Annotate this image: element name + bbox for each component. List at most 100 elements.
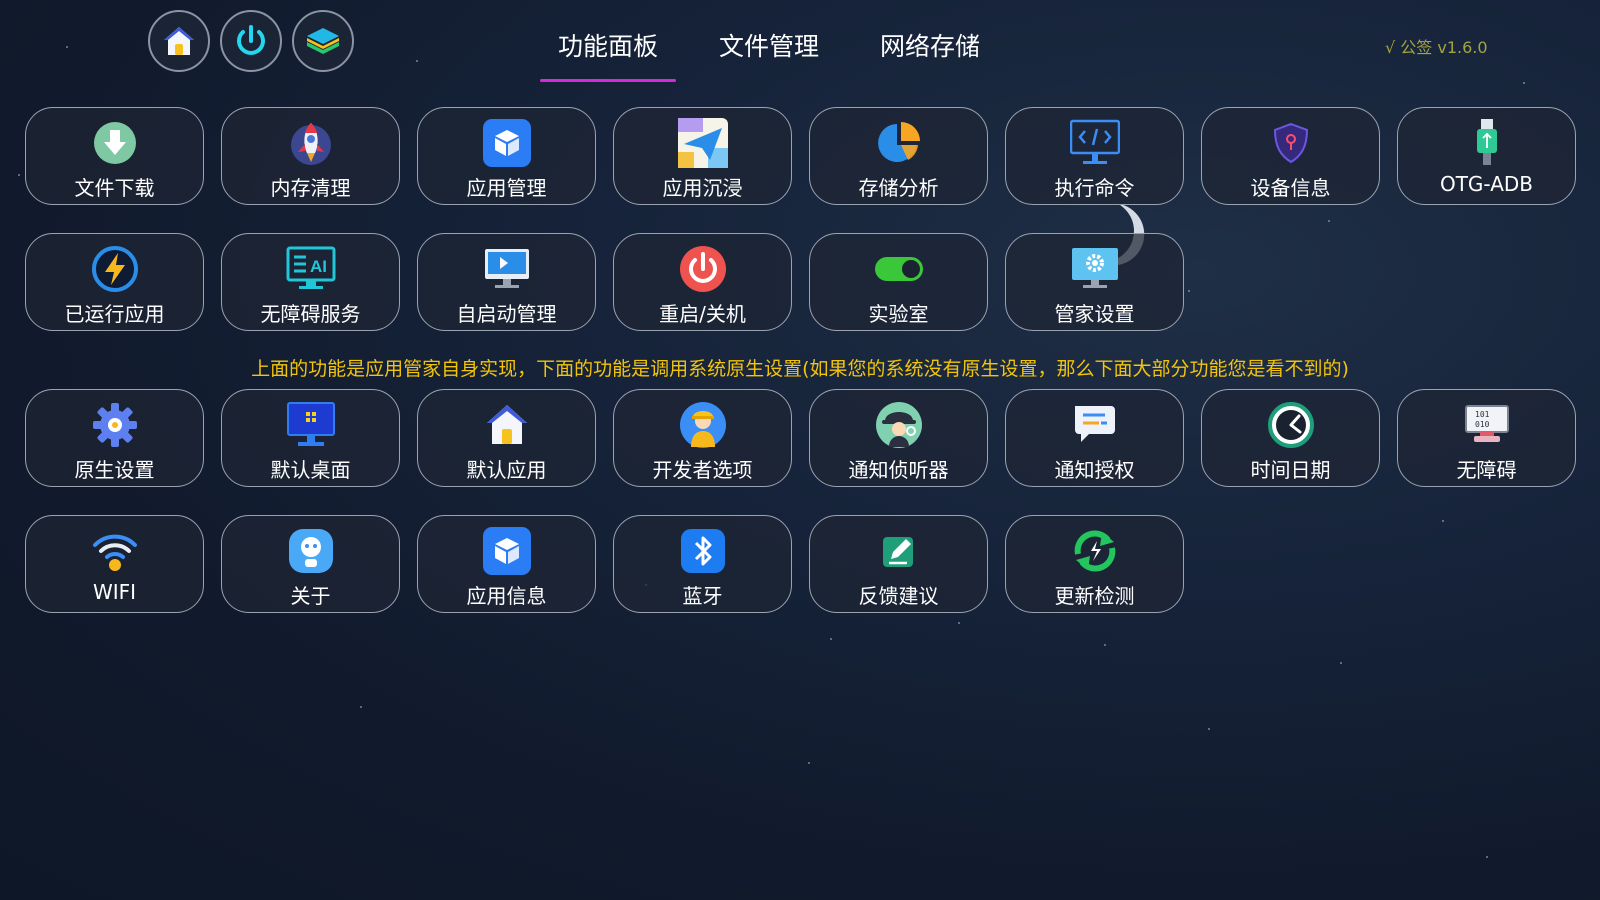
svg-text:101: 101 xyxy=(1475,410,1490,419)
home-icon xyxy=(486,405,527,444)
rocket-icon xyxy=(290,123,331,165)
paper-plane-icon xyxy=(677,118,728,168)
tile-bluetooth[interactable]: 蓝牙 xyxy=(613,515,792,613)
tile-label: 蓝牙 xyxy=(682,584,723,608)
tile-label: WIFI xyxy=(92,580,137,604)
clock-icon xyxy=(1267,402,1314,448)
tile-label: 应用沉浸 xyxy=(662,176,743,200)
tab-file-management[interactable]: 文件管理 xyxy=(701,30,837,82)
tile-label: 存储分析 xyxy=(858,176,939,200)
tile-wifi[interactable]: WIFI xyxy=(25,515,204,613)
tile-notification-listener[interactable]: 通知侦听器 xyxy=(809,389,988,487)
tile-app-info[interactable]: 应用信息 xyxy=(417,515,596,613)
desktop-icon xyxy=(286,402,335,446)
gear-icon xyxy=(92,403,137,447)
tile-otg-adb[interactable]: OTG-ADB xyxy=(1397,107,1576,205)
tile-update-check[interactable]: 更新检测 xyxy=(1005,515,1184,613)
edit-icon xyxy=(882,537,913,567)
tile-label: 通知侦听器 xyxy=(848,458,949,482)
monitor-play-icon xyxy=(484,249,529,288)
tab-network-storage[interactable]: 网络存储 xyxy=(862,30,998,82)
tile-label: 应用管理 xyxy=(466,176,547,200)
bluetooth-icon xyxy=(680,529,725,573)
tile-restart-shutdown[interactable]: 重启/关机 xyxy=(613,233,792,331)
tile-notification-authorization[interactable]: 通知授权 xyxy=(1005,389,1184,487)
toggle-icon xyxy=(874,257,923,281)
tile-label: 无障碍 xyxy=(1456,458,1517,482)
tile-memory-clean[interactable]: 内存清理 xyxy=(221,107,400,205)
tab-function-panel[interactable]: 功能面板 xyxy=(540,30,677,82)
tile-label: 管家设置 xyxy=(1054,302,1135,326)
detective-icon xyxy=(875,402,922,448)
tile-label: 已运行应用 xyxy=(64,302,165,326)
tile-default-apps[interactable]: 默认应用 xyxy=(417,389,596,487)
tile-execute-command[interactable]: 执行命令 xyxy=(1005,107,1184,205)
power-icon xyxy=(679,246,726,292)
binary-monitor-icon: 101 010 xyxy=(1464,405,1509,442)
tile-label: 设备信息 xyxy=(1250,176,1331,200)
tile-label: 默认应用 xyxy=(466,458,547,482)
chat-icon xyxy=(1074,406,1115,442)
top-icon-bar xyxy=(148,10,354,72)
tile-label: 开发者选项 xyxy=(652,458,753,482)
tile-about[interactable]: 关于 xyxy=(221,515,400,613)
tile-label: 原生设置 xyxy=(74,458,155,482)
layers-button[interactable] xyxy=(292,10,354,72)
wifi-icon xyxy=(92,534,137,571)
self-function-grid: 文件下载 内存清理 应用管理 应用沉浸 存储分析 执行命令 设备信息 OTG-A… xyxy=(25,107,1576,331)
developer-icon xyxy=(679,402,726,448)
tile-label: 自启动管理 xyxy=(456,302,557,326)
info-face-icon xyxy=(288,529,333,573)
ai-screen-icon: AI xyxy=(286,246,335,289)
tile-label: 实验室 xyxy=(868,302,929,326)
layers-icon xyxy=(307,28,339,54)
version-label: √ 公签 v1.6.0 xyxy=(1385,38,1488,57)
tile-label: 更新检测 xyxy=(1054,584,1135,608)
tile-autostart-management[interactable]: 自启动管理 xyxy=(417,233,596,331)
tile-accessibility[interactable]: 101 010 无障碍 xyxy=(1397,389,1576,487)
shield-icon xyxy=(1273,122,1308,164)
tile-running-apps[interactable]: 已运行应用 xyxy=(25,233,204,331)
tile-butler-settings[interactable]: 管家设置 xyxy=(1005,233,1184,331)
download-icon xyxy=(93,122,136,164)
tile-storage-analysis[interactable]: 存储分析 xyxy=(809,107,988,205)
home-button[interactable] xyxy=(148,10,210,72)
cube-icon xyxy=(482,527,531,575)
native-settings-grid: 原生设置 默认桌面 默认应用 开发者选项 通知侦听器 通知授权 时间日期 101… xyxy=(25,389,1576,613)
tile-file-download[interactable]: 文件下载 xyxy=(25,107,204,205)
tile-label: 文件下载 xyxy=(74,176,155,200)
tile-app-management[interactable]: 应用管理 xyxy=(417,107,596,205)
tile-label: 执行命令 xyxy=(1054,176,1135,200)
tile-time-date[interactable]: 时间日期 xyxy=(1201,389,1380,487)
tile-label: 时间日期 xyxy=(1250,458,1331,482)
usb-icon xyxy=(1476,119,1497,165)
tile-accessibility-service[interactable]: AI 无障碍服务 xyxy=(221,233,400,331)
lightning-icon xyxy=(91,246,138,292)
refresh-icon xyxy=(1074,530,1115,572)
home-icon xyxy=(164,27,194,55)
tile-label: 无障碍服务 xyxy=(260,302,361,326)
svg-text:010: 010 xyxy=(1475,420,1490,429)
tile-label: 关于 xyxy=(290,584,331,608)
tile-device-info[interactable]: 设备信息 xyxy=(1201,107,1380,205)
tile-label: 应用信息 xyxy=(466,584,547,608)
power-icon xyxy=(237,25,265,55)
power-button[interactable] xyxy=(220,10,282,72)
settings-monitor-icon xyxy=(1071,248,1118,288)
tile-label: 重启/关机 xyxy=(659,302,746,326)
tile-app-immersive[interactable]: 应用沉浸 xyxy=(613,107,792,205)
tile-label: 内存清理 xyxy=(270,176,351,200)
pie-chart-icon xyxy=(877,122,920,162)
main-tab-bar: 功能面板 文件管理 网络存储 xyxy=(540,30,1023,82)
svg-text:AI: AI xyxy=(310,257,327,276)
tile-native-settings[interactable]: 原生设置 xyxy=(25,389,204,487)
tile-default-desktop[interactable]: 默认桌面 xyxy=(221,389,400,487)
tile-feedback[interactable]: 反馈建议 xyxy=(809,515,988,613)
cube-icon xyxy=(482,119,531,167)
tile-label: 默认桌面 xyxy=(270,458,351,482)
tile-label: 通知授权 xyxy=(1054,458,1135,482)
tile-label: 反馈建议 xyxy=(858,584,939,608)
tile-developer-options[interactable]: 开发者选项 xyxy=(613,389,792,487)
tile-label: OTG-ADB xyxy=(1439,172,1534,196)
tile-laboratory[interactable]: 实验室 xyxy=(809,233,988,331)
